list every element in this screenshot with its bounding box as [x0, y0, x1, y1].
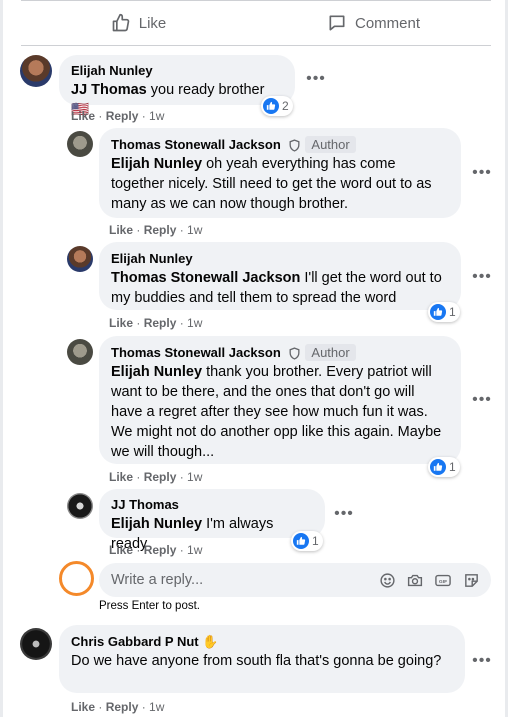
comment-time[interactable]: 1w: [149, 700, 164, 714]
author-badge: Author: [305, 136, 356, 153]
avatar[interactable]: [67, 493, 93, 519]
comment-author-name[interactable]: Elijah Nunley: [111, 250, 449, 268]
reaction-count: 1: [312, 534, 319, 548]
comment-bubble: Chris Gabbard P Nut ✋ Do we have anyone …: [59, 625, 465, 693]
comment-bubble: JJ Thomas Elijah Nunley I'm always ready: [99, 489, 325, 552]
avatar[interactable]: [20, 628, 52, 660]
avatar[interactable]: [67, 131, 93, 157]
avatar[interactable]: [67, 246, 93, 272]
mention-link[interactable]: Thomas Stonewall Jackson: [111, 270, 300, 286]
reply-link[interactable]: Reply: [106, 700, 139, 714]
shield-icon: [284, 139, 301, 152]
reply-link[interactable]: Reply: [144, 543, 177, 557]
comment-author-name[interactable]: Elijah Nunley: [71, 62, 283, 80]
mention-link[interactable]: Elijah Nunley: [111, 364, 202, 380]
speech-bubble-icon: [329, 15, 345, 31]
comment-action-label: Comment: [354, 14, 421, 32]
like-link[interactable]: Like: [109, 543, 133, 557]
highlight-circle: [59, 561, 94, 596]
like-link[interactable]: Like: [109, 223, 133, 237]
thumbs-up-icon: [112, 13, 130, 32]
reaction-count: 2: [282, 99, 289, 113]
reaction-count-badge[interactable]: 1: [428, 457, 460, 477]
reaction-count: 1: [449, 460, 456, 474]
comment-bubble: Thomas Stonewall Jackson Author Elijah N…: [99, 336, 461, 464]
comment-author-name: Thomas Stonewall Jackson Author: [111, 344, 449, 362]
comment-text: Do we have anyone from south fla that's …: [71, 653, 442, 669]
comment-options-button[interactable]: •••: [471, 650, 493, 672]
reply-link[interactable]: Reply: [106, 109, 139, 123]
comment-author-name[interactable]: JJ Thomas: [111, 496, 313, 514]
reaction-count-badge[interactable]: 1: [428, 302, 460, 322]
mention-link[interactable]: JJ Thomas: [71, 82, 147, 98]
comment-options-button[interactable]: •••: [471, 162, 493, 184]
comment-bubble: Elijah Nunley Thomas Stonewall Jackson I…: [99, 242, 461, 310]
author-name-link[interactable]: Chris Gabbard P Nut: [71, 634, 199, 649]
avatar[interactable]: [67, 339, 93, 365]
comment-options-button[interactable]: •••: [333, 503, 355, 525]
shield-icon: [284, 347, 301, 360]
comment-meta: Like · Reply · 1w: [109, 316, 203, 330]
post-action-bar: Like Comment: [21, 0, 491, 46]
svg-text:GIF: GIF: [439, 578, 447, 584]
like-link[interactable]: Like: [71, 109, 95, 123]
camera-icon[interactable]: [405, 570, 425, 590]
like-link[interactable]: Like: [109, 316, 133, 330]
like-link[interactable]: Like: [71, 700, 95, 714]
comment-action-button[interactable]: Comment: [256, 1, 491, 45]
comment-author-name: Thomas Stonewall Jackson Author: [111, 136, 449, 154]
like-reaction-icon: [430, 304, 446, 320]
comment-meta: Like · Reply · 1w: [109, 470, 203, 484]
like-reaction-icon: [263, 98, 279, 114]
comment-text: Thomas Stonewall Jackson I'll get the wo…: [111, 268, 449, 308]
comment-time[interactable]: 1w: [187, 316, 202, 330]
reaction-count-badge[interactable]: 1: [291, 531, 323, 551]
reaction-count: 1: [449, 305, 456, 319]
composer-hint: Press Enter to post.: [99, 600, 200, 612]
reply-input[interactable]: [111, 572, 377, 588]
wave-icon: ✋: [202, 634, 219, 649]
author-badge: Author: [305, 344, 356, 361]
comment-text: Elijah Nunley thank you brother. Every p…: [111, 362, 449, 462]
comments-panel: Like Comment Elijah Nunley JJ Thomas you…: [3, 0, 505, 717]
comment-time[interactable]: 1w: [187, 543, 202, 557]
comment-time[interactable]: 1w: [187, 470, 202, 484]
comment-bubble: Thomas Stonewall Jackson Author Elijah N…: [99, 128, 461, 218]
like-action-label: Like: [138, 14, 167, 32]
sticker-icon[interactable]: [461, 570, 481, 590]
comment-options-button[interactable]: •••: [305, 68, 327, 90]
comment-options-button[interactable]: •••: [471, 389, 493, 411]
reply-link[interactable]: Reply: [144, 470, 177, 484]
comment-time[interactable]: 1w: [149, 109, 164, 123]
comment-bubble: Elijah Nunley JJ Thomas you ready brothe…: [59, 55, 295, 118]
reaction-count-badge[interactable]: 2: [261, 96, 293, 116]
reply-link[interactable]: Reply: [144, 223, 177, 237]
like-link[interactable]: Like: [109, 470, 133, 484]
comment-meta: Like · Reply · 1w: [71, 700, 165, 714]
comment-options-button[interactable]: •••: [471, 266, 493, 288]
reply-composer: GIF: [99, 563, 491, 597]
avatar[interactable]: [20, 55, 52, 87]
author-name-link[interactable]: Thomas Stonewall Jackson: [111, 345, 281, 360]
comment-time[interactable]: 1w: [187, 223, 202, 237]
mention-link[interactable]: Elijah Nunley: [111, 156, 202, 172]
like-reaction-icon: [293, 533, 309, 549]
comment-meta: Like · Reply · 1w: [109, 223, 203, 237]
author-name-link[interactable]: Thomas Stonewall Jackson: [111, 137, 281, 152]
comment-meta: Like · Reply · 1w: [71, 109, 165, 123]
comment-author-name: Chris Gabbard P Nut ✋: [71, 633, 453, 651]
comment-meta: Like · Reply · 1w: [109, 543, 203, 557]
mention-link[interactable]: Elijah Nunley: [111, 516, 202, 532]
emoji-icon[interactable]: [377, 570, 397, 590]
reply-link[interactable]: Reply: [144, 316, 177, 330]
like-reaction-icon: [430, 459, 446, 475]
gif-icon[interactable]: GIF: [433, 570, 453, 590]
comment-text: Elijah Nunley oh yeah everything has com…: [111, 154, 449, 214]
like-action-button[interactable]: Like: [21, 1, 256, 45]
composer-icons: GIF: [377, 570, 491, 590]
